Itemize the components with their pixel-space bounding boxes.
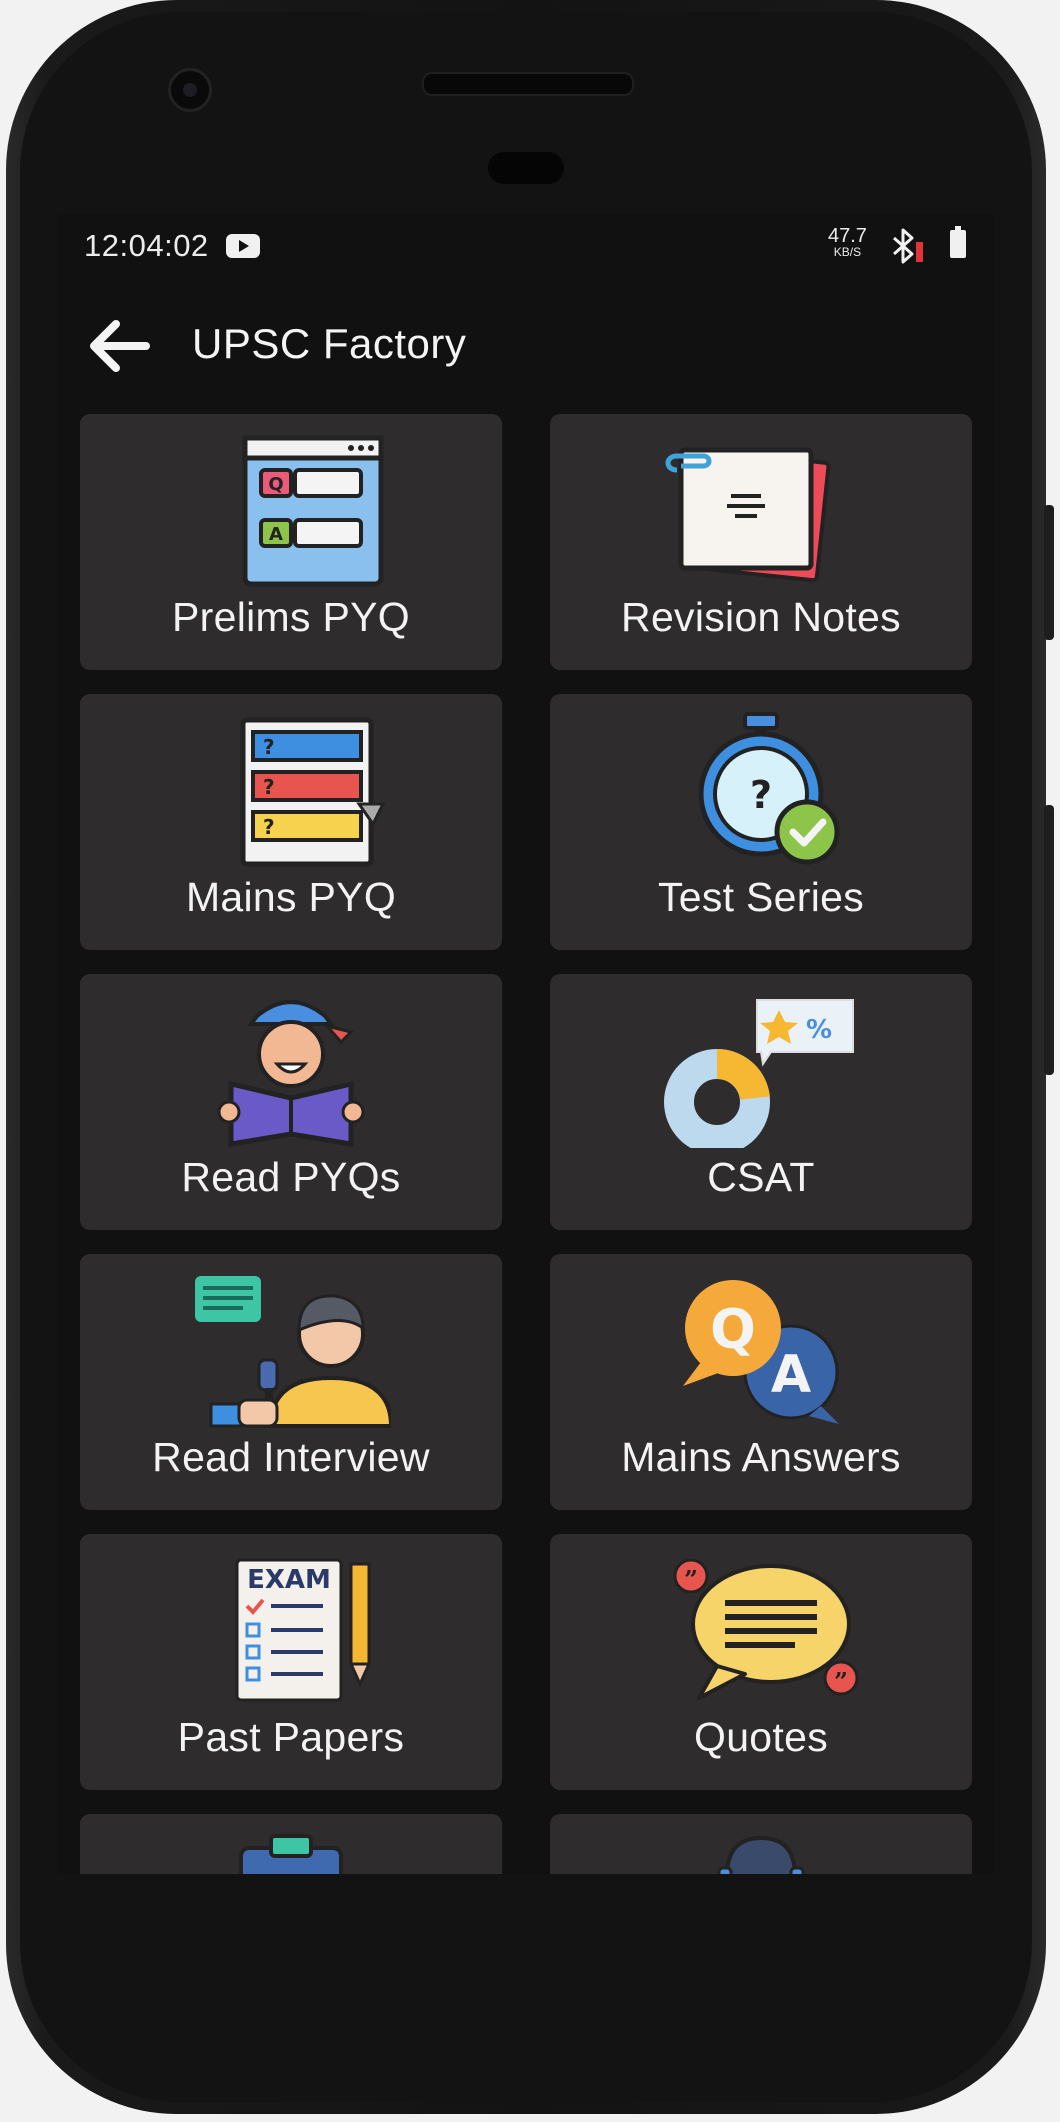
tile-label: CSAT: [707, 1154, 815, 1200]
headset-person-icon: [717, 1835, 805, 1874]
tile-mains-answers[interactable]: A Q Mains Answers: [550, 1254, 972, 1510]
tile-label: Quotes: [694, 1714, 828, 1760]
battery-icon: [950, 226, 966, 258]
tile-revision-notes[interactable]: Revision Notes: [550, 414, 972, 670]
notes-paperclip-icon: [665, 447, 831, 583]
tile-partial-right[interactable]: [550, 1814, 972, 1874]
volume-button: [1044, 805, 1054, 1075]
bluetooth-icon: [893, 228, 923, 264]
svg-text:A: A: [269, 524, 283, 545]
svg-text:”: ”: [684, 1565, 698, 1594]
svg-text:A: A: [771, 1345, 811, 1405]
svg-text:?: ?: [263, 735, 275, 759]
earpiece-speaker: [422, 72, 634, 96]
tile-prelims-pyq[interactable]: Q A Prelims PYQ: [80, 414, 502, 670]
svg-text:Q: Q: [268, 474, 283, 495]
exam-paper-icon: EXAM: [235, 1558, 372, 1702]
network-speed-unit: KB/S: [833, 245, 862, 259]
quote-bubble-icon: ” ”: [673, 1558, 859, 1700]
tile-label: Mains Answers: [621, 1434, 901, 1480]
youtube-icon: [226, 234, 260, 258]
network-speed-value: 47.7: [828, 225, 867, 247]
svg-text:Q: Q: [710, 1298, 756, 1361]
tile-label: Read Interview: [152, 1434, 430, 1480]
tile-quotes[interactable]: ” ” Quotes: [550, 1534, 972, 1790]
power-button: [1044, 505, 1054, 640]
status-bar: 12:04:02 47.7 KB/S: [58, 214, 994, 280]
interview-person-icon: [195, 1276, 391, 1428]
svg-text:”: ”: [834, 1667, 848, 1696]
reading-person-icon: [217, 1000, 365, 1147]
app-toolbar: UPSC Factory: [58, 280, 994, 410]
tile-label: Revision Notes: [621, 594, 901, 640]
svg-text:?: ?: [263, 815, 275, 839]
tile-label: Read PYQs: [181, 1154, 401, 1200]
status-time: 12:04:02: [84, 228, 209, 263]
proximity-sensor: [488, 152, 564, 184]
tile-label: Past Papers: [177, 1714, 405, 1760]
tile-label: Mains PYQ: [185, 874, 397, 920]
svg-text:%: %: [806, 1015, 832, 1045]
donut-chart-icon: %: [664, 999, 854, 1148]
tile-past-papers[interactable]: EXAM Past Papers: [80, 1534, 502, 1790]
qa-bubbles-icon: A Q: [683, 1280, 839, 1424]
tile-read-pyqs[interactable]: Read PYQs: [80, 974, 502, 1230]
tile-label: Test Series: [657, 874, 865, 920]
tile-partial-left[interactable]: [80, 1814, 502, 1874]
front-camera: [168, 68, 212, 112]
tile-csat[interactable]: % CSAT: [550, 974, 972, 1230]
clipboard-icon: [239, 1834, 343, 1874]
tile-mains-pyq[interactable]: ? ? ? Mains PYQ: [80, 694, 502, 950]
tile-label: Prelims PYQ: [172, 594, 410, 640]
svg-text:EXAM: EXAM: [247, 1565, 331, 1595]
question-list-icon: ? ? ?: [240, 717, 386, 867]
tile-read-interview[interactable]: Read Interview: [80, 1254, 502, 1510]
tile-test-series[interactable]: ? Test Series: [550, 694, 972, 950]
page-title: UPSC Factory: [192, 320, 467, 367]
qa-document-icon: Q A: [242, 435, 384, 587]
svg-text:?: ?: [750, 773, 772, 817]
arrow-left-icon[interactable]: [86, 318, 150, 374]
app-screen: 12:04:02 47.7 KB/S UPSC Factory Q A Prel…: [58, 214, 994, 1874]
stopwatch-check-icon: ?: [698, 712, 840, 865]
svg-text:?: ?: [263, 775, 275, 799]
network-speed: 47.7 KB/S: [828, 226, 867, 258]
